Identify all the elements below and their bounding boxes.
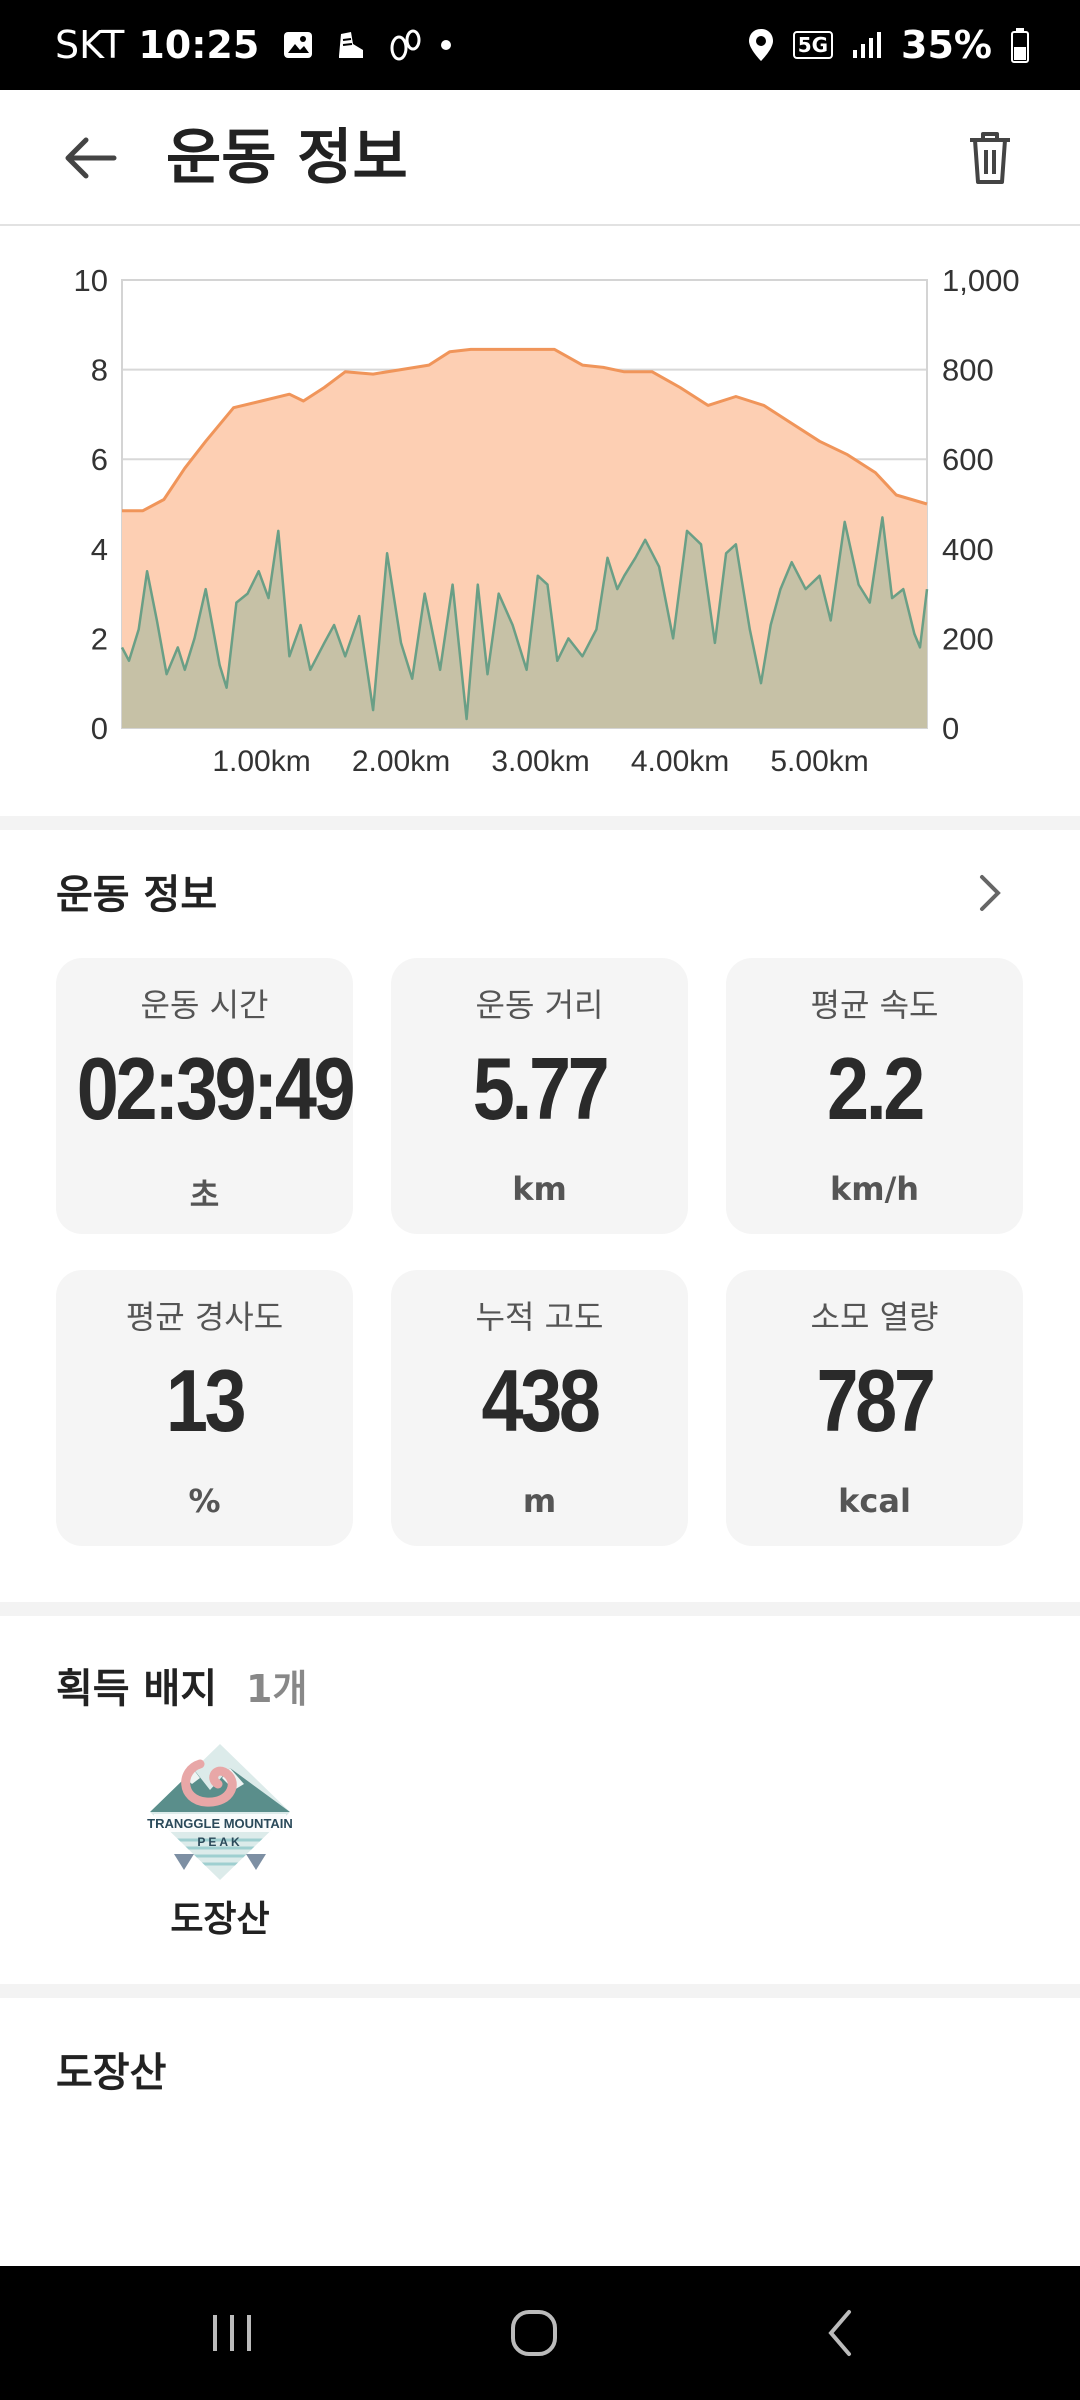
stat-value: 5.77: [472, 1039, 610, 1138]
x-tick-label: 2.00km: [352, 745, 450, 778]
recent-apps-button[interactable]: [192, 2296, 272, 2370]
y-left-tick-label: 2: [91, 621, 108, 656]
elevation-speed-chart: ▔ ▔▔▔▔ ▔▔ 0 2 4 6 8 10 0 200 400 600 800 1,000 1.00k…: [0, 226, 1080, 806]
stat-unit: kcal: [838, 1482, 911, 1520]
y-right-tick-label: 200: [942, 621, 994, 656]
mountain-peak-badge-icon: TRANGGLE MOUNTAIN PEAK: [147, 1744, 293, 1880]
y-right-tick-label: 0: [942, 711, 959, 746]
stat-card: 운동 시간 02:39:49 초: [56, 958, 356, 1234]
x-tick-label: 5.00km: [770, 745, 868, 778]
app-header: 운동 정보: [0, 90, 1080, 226]
badge-item[interactable]: TRANGGLE MOUNTAIN PEAK: [140, 1740, 300, 1884]
y-right-tick-label: 800: [942, 353, 994, 388]
stat-unit: km: [512, 1170, 567, 1208]
chevron-right-icon: [980, 875, 1001, 911]
back-button[interactable]: [58, 126, 122, 190]
stat-card: 누적 고도 438 m: [391, 1270, 688, 1546]
chevron-left-icon: [828, 2310, 851, 2356]
y-right-tick-label: 600: [942, 442, 994, 477]
arrow-left-icon: [65, 137, 117, 179]
stat-unit: km/h: [829, 1170, 920, 1208]
stat-unit: 초: [189, 1176, 220, 1214]
stat-card: 소모 열량 787 kcal: [726, 1270, 1023, 1546]
right-axis-unit-partial: ▔▔: [974, 226, 1020, 241]
gallery-icon: [284, 32, 313, 58]
workout-section-title[interactable]: 운동 정보: [56, 862, 217, 920]
battery-percent: 35%: [901, 23, 992, 67]
location-icon: [748, 29, 773, 61]
y-right-tick-label: 1,000: [942, 263, 1020, 298]
section-divider: [0, 816, 1080, 830]
home-icon: [511, 2310, 557, 2356]
x-tick-label: 1.00km: [212, 745, 310, 778]
network-type: 5G: [792, 31, 834, 59]
delete-button[interactable]: [958, 126, 1022, 190]
stat-label: 운동 거리: [475, 986, 604, 1024]
y-left-tick-label: 8: [91, 353, 108, 388]
badges-section-title: 획득 배지: [56, 1666, 218, 1712]
y-left-tick-label: 10: [74, 263, 108, 298]
notification-dot: [441, 40, 452, 50]
badge-name: 도장산: [170, 1899, 270, 1940]
y-right-tick-label: 400: [942, 532, 994, 567]
stat-card: 평균 속도 2.2 km/h: [726, 958, 1023, 1234]
status-right: 5G 35%: [747, 0, 1030, 90]
y-left-tick-label: 0: [91, 711, 108, 746]
stat-label: 소모 열량: [810, 1298, 939, 1336]
y-left-tick-label: 4: [91, 532, 108, 567]
status-left: SKT 10:25: [55, 0, 452, 90]
section-divider: [0, 1984, 1080, 1998]
stat-unit: m: [522, 1482, 557, 1520]
battery-icon: [1011, 28, 1029, 63]
system-back-button[interactable]: [800, 2296, 880, 2370]
page-title: 운동 정보: [166, 123, 408, 193]
footprint-icon: [390, 29, 421, 61]
carrier-label: SKT: [55, 23, 125, 67]
stat-value: 787: [816, 1351, 936, 1450]
trash-icon: [970, 132, 1010, 184]
mountain-section-title: 도장산: [56, 2050, 167, 2096]
chart-svg: 0 2 4 6 8 10 0 200 400 600 800 1,000 1.00km 2.00km 3.0…: [74, 263, 1020, 778]
hiking-boot-icon: [339, 32, 364, 58]
stat-label: 운동 시간: [140, 986, 269, 1024]
stat-value: 02:39:49: [76, 1039, 356, 1138]
status-bar: SKT 10:25 5G 35%: [0, 0, 1080, 90]
stat-value: 438: [481, 1351, 601, 1450]
badge-count: 1개: [246, 1667, 308, 1711]
stat-unit: %: [188, 1482, 221, 1520]
home-button[interactable]: [494, 2296, 574, 2370]
y-left-tick-label: 6: [91, 442, 108, 477]
stat-card: 평균 경사도 13%: [56, 1270, 353, 1546]
badge-logo-text-bottom: PEAK: [197, 1835, 242, 1849]
section-divider: [0, 1602, 1080, 1616]
stat-value: 2.2: [827, 1039, 925, 1138]
workout-detail-button[interactable]: [970, 868, 1010, 918]
badge-logo-text-top: TRANGGLE MOUNTAIN: [147, 1816, 293, 1831]
left-axis-unit-partial: ▔ ▔▔▔▔: [72, 226, 198, 241]
clock: 10:25: [138, 23, 260, 67]
stat-value: 13: [165, 1351, 247, 1450]
x-tick-label: 3.00km: [491, 745, 589, 778]
stat-label: 평균 경사도: [125, 1298, 284, 1336]
stat-label: 누적 고도: [475, 1298, 604, 1336]
recent-apps-icon: [213, 2315, 251, 2351]
stat-label: 평균 속도: [810, 986, 939, 1024]
signal-icon: [853, 32, 882, 58]
x-tick-label: 4.00km: [631, 745, 729, 778]
stat-card: 운동 거리 5.77 km: [391, 958, 688, 1234]
system-nav-bar: [0, 2266, 1080, 2400]
